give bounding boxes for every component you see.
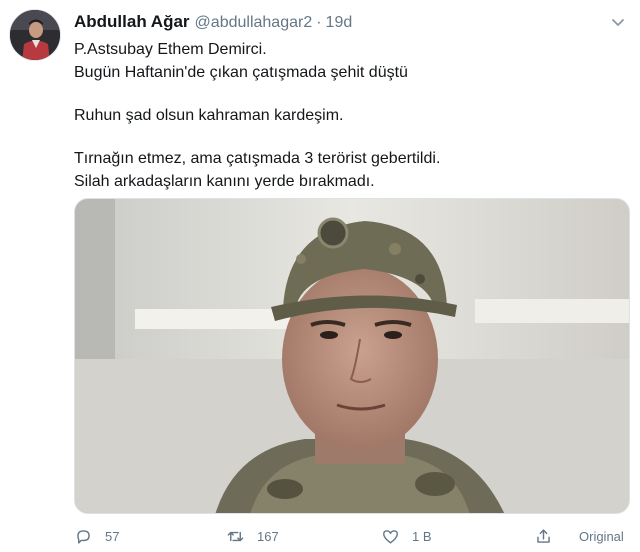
tweet-line: Silah arkadaşların kanını yerde bırakmad… <box>74 173 375 190</box>
original-label: Original <box>579 528 624 544</box>
tweet-actions: 57 167 1 B Original <box>74 524 630 548</box>
retweet-button[interactable]: 167 <box>226 524 279 548</box>
like-button[interactable]: 1 B <box>381 524 432 548</box>
tweet-line: Ruhun şad olsun kahraman kardeşim. <box>74 107 344 124</box>
separator-dot: · <box>316 14 322 31</box>
share-icon <box>537 528 550 543</box>
tweet-card: Abdullah Ağar @abdullahagar2 · 19d P.Ast… <box>0 0 640 552</box>
retweet-count: 167 <box>257 528 279 544</box>
reply-icon <box>77 529 90 544</box>
tweet-line: Bugün Haftanin'de çıkan çatışmada şehit … <box>74 64 408 81</box>
timestamp[interactable]: 19d <box>326 14 353 32</box>
display-name[interactable]: Abdullah Ağar <box>74 12 190 32</box>
chevron-down-icon[interactable] <box>610 14 626 30</box>
tweet-line: P.Astsubay Ethem Demirci. <box>74 41 267 58</box>
tweet-header: Abdullah Ağar @abdullahagar2 · 19d <box>74 12 610 34</box>
reply-count: 57 <box>105 528 120 544</box>
user-handle[interactable]: @abdullahagar2 <box>195 14 313 32</box>
tweet-photo[interactable] <box>74 198 630 514</box>
original-text-link[interactable]: Original <box>579 524 624 548</box>
tweet-text: P.Astsubay Ethem Demirci. Bugün Haftanin… <box>74 38 614 193</box>
like-count: 1 B <box>412 528 432 544</box>
tweet-line: Tırnağın etmez, ama çatışmada 3 terörist… <box>74 150 441 167</box>
reply-button[interactable]: 57 <box>74 524 119 548</box>
heart-icon <box>383 529 398 544</box>
retweet-icon <box>227 531 244 541</box>
avatar[interactable] <box>9 9 61 61</box>
share-button[interactable] <box>534 524 553 548</box>
